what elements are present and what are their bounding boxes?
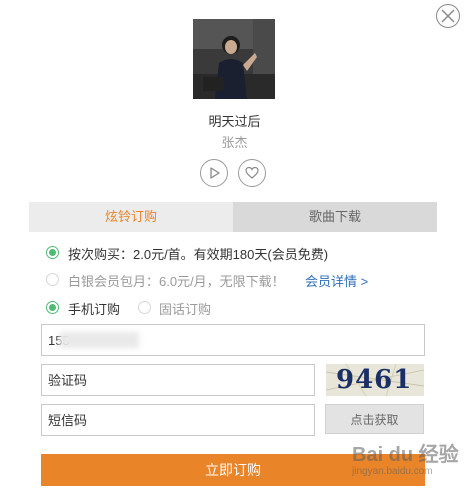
member-details-link[interactable]: 会员详情 > bbox=[305, 271, 368, 290]
captcha-input[interactable] bbox=[42, 365, 314, 395]
sms-code-input[interactable] bbox=[42, 405, 314, 435]
song-title: 明天过后 bbox=[208, 114, 261, 129]
captcha-field[interactable] bbox=[41, 364, 315, 396]
close-icon bbox=[441, 9, 455, 23]
close-button[interactable] bbox=[436, 4, 460, 28]
album-cover bbox=[193, 19, 275, 99]
per-purchase-radio[interactable] bbox=[46, 246, 59, 259]
sms-code-field[interactable] bbox=[41, 404, 315, 436]
per-purchase-label: 按次购买：2.0元/首。有效期180天(会员免费) bbox=[68, 247, 329, 262]
watermark-brand: Bai du 经验 bbox=[352, 444, 459, 466]
play-icon bbox=[210, 167, 220, 179]
artist-name: 张杰 bbox=[221, 135, 248, 150]
watermark-url: jingyan.baidu.com bbox=[352, 466, 433, 477]
landline-order-radio[interactable] bbox=[138, 301, 151, 314]
silver-member-label: 白银会员包月：6.0元/月，无限下载！ bbox=[68, 274, 285, 289]
phone-redaction bbox=[59, 332, 139, 348]
baidu-jingyan-watermark: Bai du 经验 jingyan.baidu.com bbox=[346, 438, 464, 488]
tab-song-download[interactable]: 歌曲下载 bbox=[233, 202, 437, 232]
landline-order-label: 固话订购 bbox=[159, 302, 212, 317]
play-button[interactable] bbox=[200, 159, 228, 187]
heart-icon bbox=[245, 166, 259, 179]
captcha-image[interactable]: 9461 bbox=[326, 364, 424, 396]
tab-ringtone-order[interactable]: 炫铃订购 bbox=[29, 202, 233, 232]
silver-member-radio[interactable] bbox=[46, 273, 59, 286]
captcha-text: 9461 bbox=[336, 365, 413, 395]
favorite-button[interactable] bbox=[238, 159, 266, 187]
mobile-order-label: 手机订购 bbox=[68, 302, 121, 317]
mobile-order-radio[interactable] bbox=[46, 301, 59, 314]
get-code-button[interactable]: 点击获取 bbox=[325, 404, 424, 434]
